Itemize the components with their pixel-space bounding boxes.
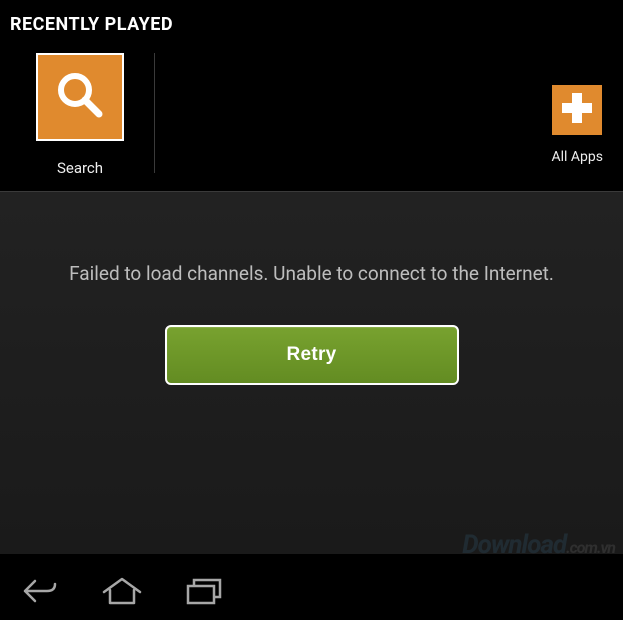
toolbar: Search All Apps xyxy=(0,43,623,191)
back-icon xyxy=(23,577,57,609)
back-button[interactable] xyxy=(18,573,62,613)
home-icon xyxy=(102,576,142,610)
home-button[interactable] xyxy=(100,573,144,613)
android-navbar xyxy=(0,566,623,620)
page-title: RECENTLY PLAYED xyxy=(10,14,613,35)
divider-vertical xyxy=(154,53,155,173)
search-label: Search xyxy=(57,159,103,177)
all-apps-tile xyxy=(552,85,602,135)
header: RECENTLY PLAYED xyxy=(0,0,623,43)
recent-apps-button[interactable] xyxy=(182,573,226,613)
retry-button[interactable]: Retry xyxy=(165,325,459,385)
all-apps-label: All Apps xyxy=(552,149,604,165)
search-button[interactable]: Search xyxy=(30,53,130,177)
content-area: Failed to load channels. Unable to conne… xyxy=(0,192,623,554)
error-message: Failed to load channels. Unable to conne… xyxy=(59,262,564,285)
all-apps-button[interactable]: All Apps xyxy=(552,85,604,165)
search-tile xyxy=(36,53,124,141)
plus-icon xyxy=(560,91,594,129)
recent-apps-icon xyxy=(186,577,222,609)
search-icon xyxy=(53,68,107,126)
